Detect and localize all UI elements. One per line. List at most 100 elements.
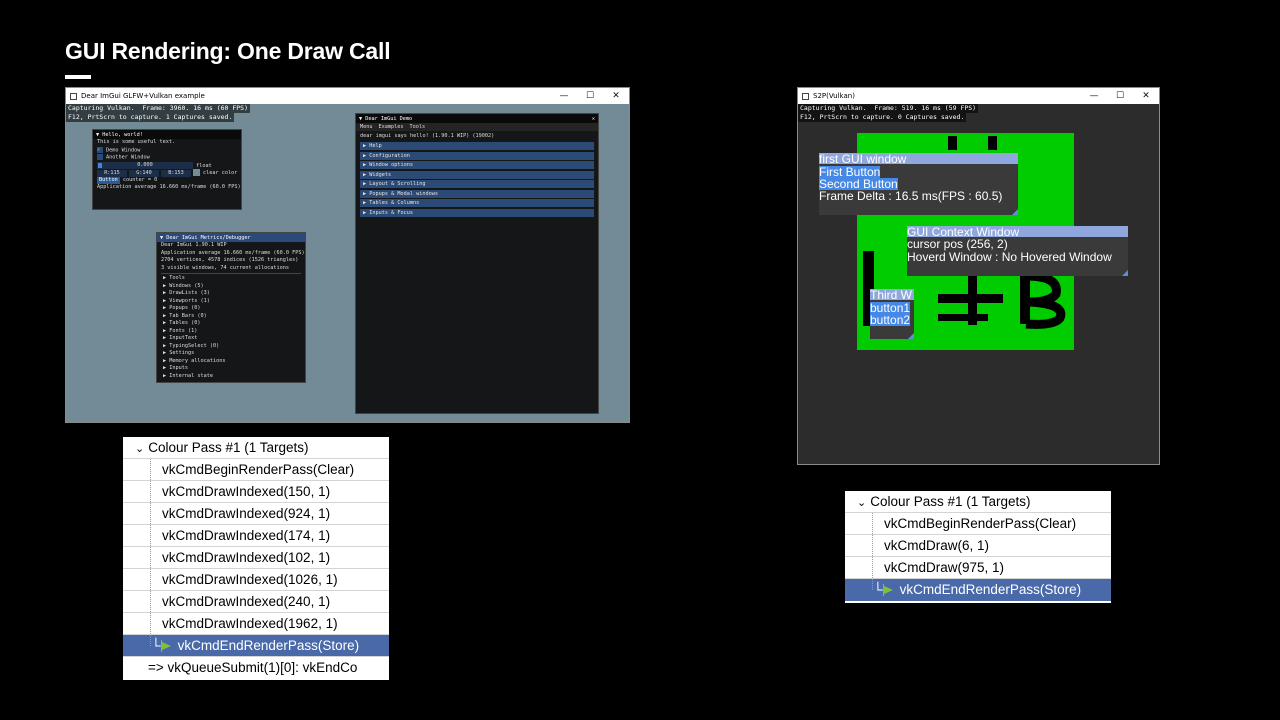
tree-node-label: Popups (0) xyxy=(169,305,201,311)
metrics-tree-node[interactable]: ▶ Tools xyxy=(157,275,305,283)
event-row[interactable]: vkCmdDraw(975, 1) xyxy=(845,557,1111,579)
event-browser-left: ⌄ Colour Pass #1 (1 Targets) vkCmdBeginRe… xyxy=(123,437,389,680)
gui-context-window[interactable]: GUI Context Window cursor pos (256, 2) H… xyxy=(907,226,1128,276)
event-row[interactable]: vkCmdDraw(6, 1) xyxy=(845,535,1111,557)
collapsing-header[interactable]: ▶ Configuration xyxy=(360,151,594,160)
close-icon[interactable]: ✕ xyxy=(592,116,595,122)
resize-grip-icon[interactable] xyxy=(1122,270,1128,276)
metrics-tree-node[interactable]: ▶ Viewports (1) xyxy=(157,298,305,306)
chevron-down-icon[interactable]: ⌄ xyxy=(135,438,144,458)
vulkan-viewport[interactable]: Capturing Vulkan. Frame: 3960. 16 ms (60… xyxy=(66,104,629,422)
tree-node-label: Memory allocations xyxy=(169,357,226,364)
slider-value: 0.000 xyxy=(137,161,153,168)
collapsing-header[interactable]: ▶ Help xyxy=(360,142,594,150)
event-label: vkCmdDrawIndexed(150, 1) xyxy=(162,484,331,499)
event-row[interactable]: vkCmdDrawIndexed(174, 1) xyxy=(123,525,389,547)
color-b-field[interactable]: B:153 xyxy=(161,170,191,177)
end-render-pass-row[interactable]: └ vkCmdEndRenderPass(Store) xyxy=(845,579,1111,601)
event-label: vkCmdEndRenderPass(Store) xyxy=(177,638,360,653)
minimize-icon[interactable]: — xyxy=(1081,88,1107,104)
queue-submit-row[interactable]: => vkQueueSubmit(1)[0]: vkEndCo xyxy=(123,657,389,679)
hello-world-window[interactable]: ▼ Hello, world! This is some useful text… xyxy=(92,129,242,210)
metrics-tree-node[interactable]: ▶ Popups (0) xyxy=(157,305,305,313)
third-window[interactable]: Third W button1 button2 xyxy=(870,289,914,339)
gui-window-title[interactable]: first GUI window xyxy=(819,153,1018,165)
color-swatch[interactable] xyxy=(193,169,200,176)
event-row[interactable]: vkCmdBeginRenderPass(Clear) xyxy=(845,513,1111,535)
s2p-viewport[interactable]: Capturing Vulkan. Frame: 519. 16 ms (59 … xyxy=(798,104,1159,464)
collapsing-header[interactable]: ▶ Widgets xyxy=(360,170,594,179)
demo-title-bar[interactable]: ▼ Dear ImGui Demo ✕ xyxy=(356,114,598,123)
menu-item[interactable]: Tools xyxy=(410,124,426,130)
close-icon[interactable]: ✕ xyxy=(603,88,629,104)
event-row[interactable]: vkCmdDrawIndexed(1026, 1) xyxy=(123,569,389,591)
event-row[interactable]: vkCmdDrawIndexed(1962, 1) xyxy=(123,613,389,635)
button2[interactable]: button2 xyxy=(870,314,911,326)
hello-button[interactable]: Button xyxy=(97,176,120,184)
demo-window[interactable]: ▼ Dear ImGui Demo ✕ Menu Examples Tools dea… xyxy=(355,113,599,414)
event-label: vkCmdDraw(975, 1) xyxy=(884,560,1005,575)
float-slider[interactable]: 0.000 xyxy=(97,161,193,169)
hello-title-bar[interactable]: ▼ Hello, world! xyxy=(93,130,241,139)
metrics-tree-node[interactable]: ▶ Fonts (1) xyxy=(157,328,305,336)
metrics-tree-node[interactable]: ▶ Memory allocations xyxy=(157,358,305,366)
minimize-icon[interactable]: — xyxy=(551,88,577,104)
metrics-tree-node[interactable]: ▶ Settings xyxy=(157,350,305,358)
window-titlebar[interactable]: S2P(Vulkan) — ☐ ✕ xyxy=(798,88,1159,104)
app-icon xyxy=(70,92,77,100)
chevron-down-icon[interactable]: ⌄ xyxy=(857,492,866,512)
event-label: vkCmdDrawIndexed(174, 1) xyxy=(162,528,331,543)
window-titlebar[interactable]: Dear ImGui GLFW+Vulkan example — ☐ ✕ xyxy=(66,88,629,104)
collapsing-header[interactable]: ▶ Popups & Modal windows xyxy=(360,189,594,198)
hovered-window-text: Hoverd Window : No Hovered Window xyxy=(907,250,1112,264)
metrics-tree-node[interactable]: ▶ Windows (5) xyxy=(157,283,305,291)
metrics-tree-node[interactable]: ▶ InputText xyxy=(157,335,305,343)
event-row[interactable]: vkCmdDrawIndexed(102, 1) xyxy=(123,547,389,569)
collapsing-header[interactable]: ▶ Inputs & Focus xyxy=(360,208,594,217)
tree-node-label: TypingSelect (0) xyxy=(169,342,220,349)
third-window-title[interactable]: Third W xyxy=(870,289,914,300)
metrics-title: Dear ImGui Metrics/Debugger xyxy=(166,234,251,241)
clear-color-row: R:115 G:140 B:153 clear color xyxy=(93,169,241,177)
first-gui-window[interactable]: first GUI window First Button Second But… xyxy=(819,153,1018,215)
menu-item[interactable]: Menu xyxy=(360,124,373,130)
tree-node-label: Viewports (1) xyxy=(169,297,210,304)
imgui-vulkan-window[interactable]: Dear ImGui GLFW+Vulkan example — ☐ ✕ Cap… xyxy=(65,87,630,423)
collapsing-header[interactable]: ▶ Window options xyxy=(360,161,594,169)
colour-pass-row[interactable]: ⌄ Colour Pass #1 (1 Targets) xyxy=(845,491,1111,513)
tree-node-label: Tools xyxy=(169,275,185,281)
maximize-icon[interactable]: ☐ xyxy=(577,88,603,104)
metrics-tree-node[interactable]: ▶ Inputs xyxy=(157,365,305,373)
another-window-checkbox[interactable]: Another Window xyxy=(93,154,241,162)
metrics-tree-node[interactable]: ▶ Internal state xyxy=(157,373,305,381)
hello-title: Hello, world! xyxy=(102,131,143,138)
context-window-title[interactable]: GUI Context Window xyxy=(907,226,1128,238)
colour-pass-row[interactable]: ⌄ Colour Pass #1 (1 Targets) xyxy=(123,437,389,459)
event-label: vkCmdBeginRenderPass(Clear) xyxy=(884,516,1077,531)
demo-window-checkbox[interactable]: ✓ Demo Window xyxy=(93,146,241,155)
close-icon[interactable]: ✕ xyxy=(1133,88,1159,104)
event-row[interactable]: vkCmdBeginRenderPass(Clear) xyxy=(123,459,389,481)
tree-node-label: Settings xyxy=(169,350,195,356)
resize-grip-icon[interactable] xyxy=(908,333,914,339)
metrics-title-bar[interactable]: ▼ Dear ImGui Metrics/Debugger xyxy=(157,233,305,242)
slider-grab[interactable] xyxy=(98,162,102,168)
event-row[interactable]: vkCmdDrawIndexed(150, 1) xyxy=(123,481,389,503)
s2p-vulkan-window[interactable]: S2P(Vulkan) — ☐ ✕ Capturing Vulkan. Fram… xyxy=(797,87,1160,465)
event-row[interactable]: vkCmdDrawIndexed(240, 1) xyxy=(123,591,389,613)
maximize-icon[interactable]: ☐ xyxy=(1107,88,1133,104)
metrics-window[interactable]: ▼ Dear ImGui Metrics/Debugger Dear ImGui… xyxy=(156,232,306,383)
tree-node-label: Tab Bars (0) xyxy=(169,312,207,319)
resize-grip-icon[interactable] xyxy=(1012,209,1018,215)
end-render-pass-row[interactable]: └ vkCmdEndRenderPass(Store) xyxy=(123,635,389,657)
metrics-tree-node[interactable]: ▶ TypingSelect (0) xyxy=(157,343,305,351)
metrics-tree-node[interactable]: ▶ Tab Bars (0) xyxy=(157,313,305,321)
collapsing-header[interactable]: ▶ Layout & Scrolling xyxy=(360,180,594,188)
metrics-tree-node[interactable]: ▶ DrawLists (3) xyxy=(157,290,305,298)
float-slider-row: 0.000 float xyxy=(93,161,241,170)
collapsing-header[interactable]: ▶ Tables & Columns xyxy=(360,199,594,207)
menu-item[interactable]: Examples xyxy=(379,124,404,130)
event-row[interactable]: vkCmdDrawIndexed(924, 1) xyxy=(123,503,389,525)
checkbox-label: Demo Window xyxy=(106,147,141,153)
metrics-tree-node[interactable]: ▶ Tables (0) xyxy=(157,320,305,328)
